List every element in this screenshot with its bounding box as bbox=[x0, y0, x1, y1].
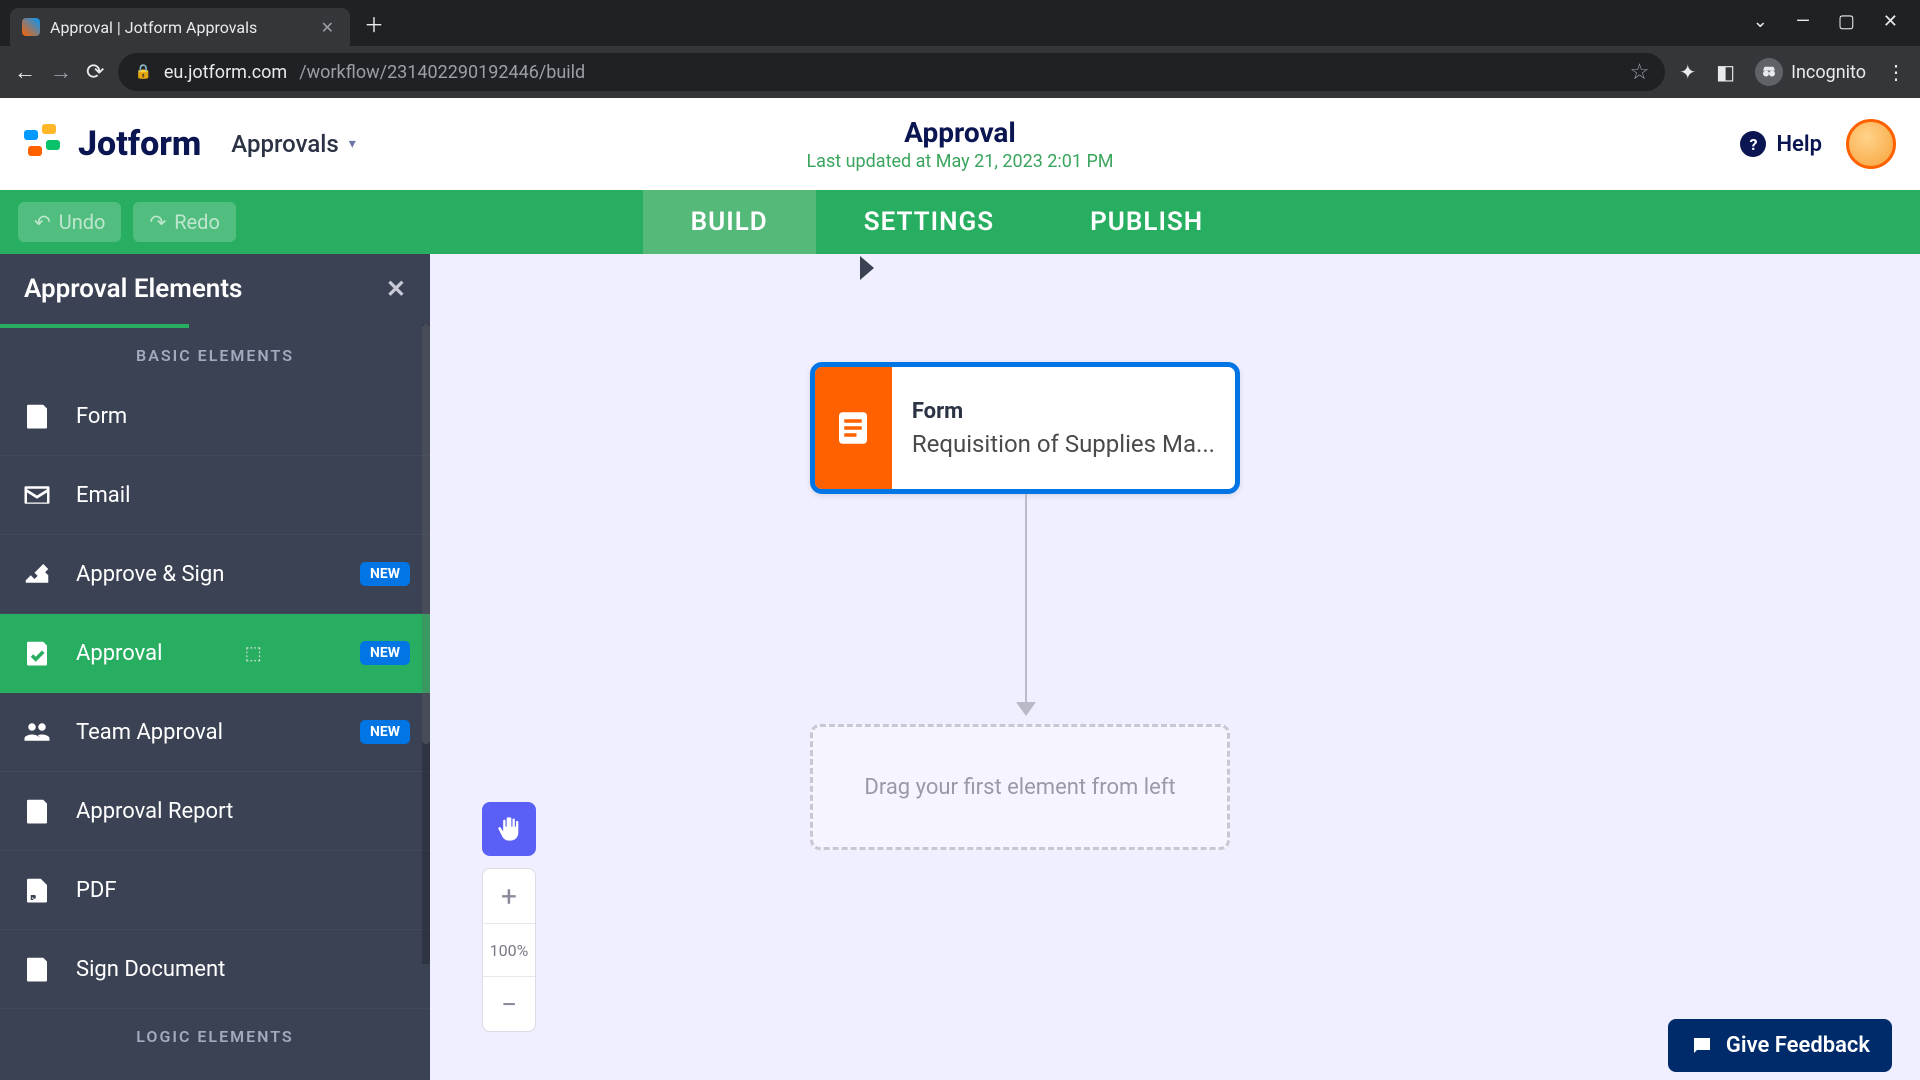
avatar[interactable] bbox=[1846, 119, 1896, 169]
close-window-icon[interactable]: ✕ bbox=[1883, 11, 1898, 32]
bookmark-icon[interactable]: ☆ bbox=[1630, 60, 1650, 85]
drop-zone[interactable]: Drag your first element from left bbox=[810, 724, 1230, 850]
page-title: Approval bbox=[806, 116, 1113, 149]
pan-tool-button[interactable] bbox=[482, 802, 536, 856]
sidebar-item-label: Email bbox=[76, 483, 130, 508]
sidebar-title: Approval Elements bbox=[24, 274, 242, 304]
sidebar-item-form[interactable]: Form bbox=[0, 377, 430, 456]
tab-publish[interactable]: PUBLISH bbox=[1042, 190, 1251, 254]
arrowhead-icon bbox=[1016, 702, 1036, 716]
node-title: Form bbox=[912, 399, 1215, 424]
undo-icon: ↶ bbox=[34, 210, 51, 234]
zoom-in-button[interactable]: + bbox=[483, 869, 535, 923]
sidebar-scrollbar[interactable] bbox=[422, 324, 430, 964]
browser-tab[interactable]: Approval | Jotform Approvals ✕ bbox=[10, 8, 350, 46]
sidebar-item-label: PDF bbox=[76, 878, 116, 903]
undo-button[interactable]: ↶ Undo bbox=[18, 202, 121, 242]
tab-settings[interactable]: SETTINGS bbox=[816, 190, 1042, 254]
sidebar-item-label: Form bbox=[76, 404, 127, 429]
approval-icon bbox=[20, 636, 54, 670]
sidebar-collapse-icon[interactable] bbox=[860, 256, 874, 280]
new-badge: NEW bbox=[360, 641, 410, 665]
help-button[interactable]: ? Help bbox=[1740, 131, 1822, 157]
redo-icon: ↷ bbox=[149, 210, 166, 234]
sidebar-item-pdf[interactable]: PDF bbox=[0, 851, 430, 930]
minimize-icon[interactable]: ― bbox=[1796, 11, 1810, 32]
forward-button: → bbox=[50, 59, 72, 85]
form-node-icon bbox=[815, 367, 892, 489]
new-badge: NEW bbox=[360, 720, 410, 744]
sidebar-item-approve-sign[interactable]: Approve & Sign NEW bbox=[0, 535, 430, 614]
new-tab-button[interactable]: ＋ bbox=[364, 9, 384, 38]
sidebar-item-approval-report[interactable]: Approval Report bbox=[0, 772, 430, 851]
sidebar-item-sign-document[interactable]: Sign Document bbox=[0, 930, 430, 1009]
cursor-icon: ⬚ bbox=[245, 643, 262, 664]
sidebar-item-team-approval[interactable]: Team Approval NEW bbox=[0, 693, 430, 772]
logo-text: Jotform bbox=[78, 124, 201, 164]
zoom-controls: + 100% − bbox=[482, 868, 536, 1032]
sidebar-item-email[interactable]: Email bbox=[0, 456, 430, 535]
jotform-logo[interactable]: Jotform bbox=[24, 124, 201, 164]
workflow-canvas[interactable]: Form Requisition of Supplies Ma... Drag … bbox=[430, 254, 1920, 1080]
tab-title: Approval | Jotform Approvals bbox=[50, 18, 307, 37]
chevron-down-icon: ▾ bbox=[349, 136, 356, 152]
section-logic-elements: LOGIC ELEMENTS bbox=[0, 1009, 430, 1058]
last-updated: Last updated at May 21, 2023 2:01 PM bbox=[806, 151, 1113, 172]
give-feedback-button[interactable]: Give Feedback bbox=[1668, 1019, 1892, 1072]
extensions-icon[interactable]: ✦ bbox=[1679, 60, 1696, 84]
sign-document-icon bbox=[20, 952, 54, 986]
close-tab-icon[interactable]: ✕ bbox=[317, 18, 338, 37]
help-icon: ? bbox=[1740, 131, 1766, 157]
sidebar-item-label: Approval bbox=[76, 641, 163, 666]
sidebar-item-label: Team Approval bbox=[76, 720, 223, 745]
url-host: eu.jotform.com bbox=[164, 62, 287, 83]
connector-line bbox=[1025, 494, 1027, 710]
close-sidebar-button[interactable]: ✕ bbox=[386, 275, 406, 303]
logo-icon bbox=[24, 124, 64, 164]
hand-icon bbox=[495, 815, 523, 843]
incognito-label: Incognito bbox=[1791, 62, 1866, 83]
reload-button[interactable]: ⟳ bbox=[86, 60, 104, 85]
workflow-node-form[interactable]: Form Requisition of Supplies Ma... bbox=[810, 362, 1240, 494]
address-bar[interactable]: 🔒 eu.jotform.com/workflow/23140229019244… bbox=[118, 53, 1665, 91]
team-approval-icon bbox=[20, 715, 54, 749]
breadcrumb-approvals[interactable]: Approvals ▾ bbox=[231, 130, 355, 158]
redo-button[interactable]: ↷ Redo bbox=[133, 202, 235, 242]
maximize-icon[interactable]: ▢ bbox=[1838, 11, 1855, 32]
incognito-icon bbox=[1755, 58, 1783, 86]
email-icon bbox=[20, 478, 54, 512]
zoom-level: 100% bbox=[483, 923, 535, 977]
sidepanel-icon[interactable]: ◧ bbox=[1716, 60, 1735, 84]
feedback-icon bbox=[1690, 1034, 1714, 1058]
form-icon bbox=[20, 399, 54, 433]
chrome-menu-icon[interactable]: ⋮ bbox=[1886, 60, 1906, 84]
tab-favicon-icon bbox=[22, 18, 40, 36]
sidebar-item-approval[interactable]: Approval ⬚ NEW bbox=[0, 614, 430, 693]
lock-icon: 🔒 bbox=[134, 64, 151, 80]
url-path: /workflow/231402290192446/build bbox=[299, 62, 585, 83]
sidebar-item-label: Approval Report bbox=[76, 799, 233, 824]
approve-sign-icon bbox=[20, 557, 54, 591]
tab-build[interactable]: BUILD bbox=[643, 190, 816, 254]
tab-search-icon[interactable]: ⌄ bbox=[1753, 11, 1768, 32]
node-subtitle: Requisition of Supplies Ma... bbox=[912, 430, 1215, 458]
sidebar-item-label: Approve & Sign bbox=[76, 562, 224, 587]
back-button[interactable]: ← bbox=[14, 59, 36, 85]
zoom-out-button[interactable]: − bbox=[483, 977, 535, 1031]
report-icon bbox=[20, 794, 54, 828]
pdf-icon bbox=[20, 873, 54, 907]
section-basic-elements: BASIC ELEMENTS bbox=[0, 328, 430, 377]
sidebar-item-label: Sign Document bbox=[76, 957, 225, 982]
new-badge: NEW bbox=[360, 562, 410, 586]
